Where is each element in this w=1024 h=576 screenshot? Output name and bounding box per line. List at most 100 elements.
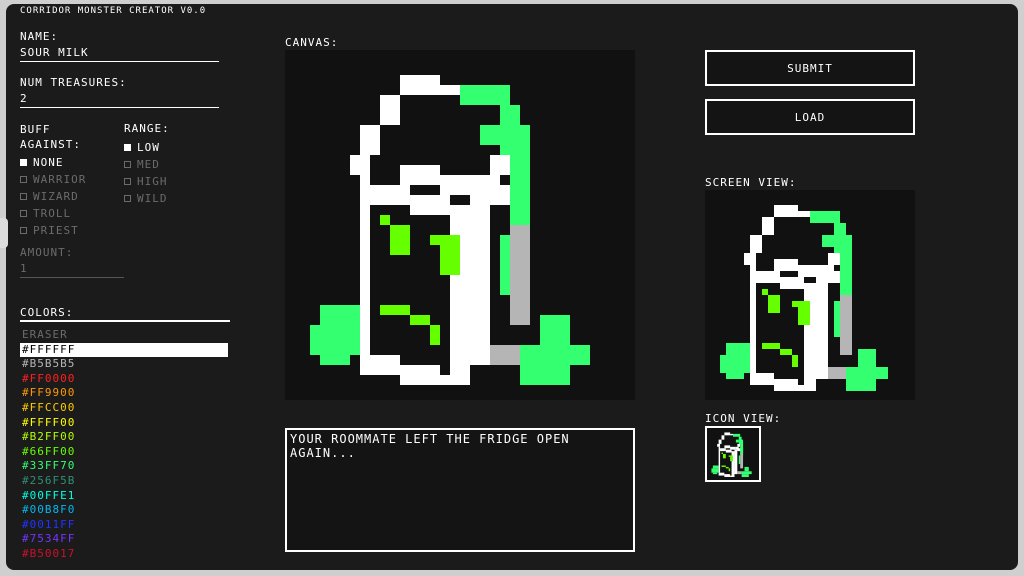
color-swatch-item[interactable]: #66FF00 bbox=[20, 445, 228, 460]
checkbox-icon[interactable] bbox=[124, 161, 131, 168]
sprite-pixel bbox=[822, 235, 834, 247]
sprite-pixel bbox=[500, 235, 510, 295]
sprite-pixel bbox=[380, 305, 410, 315]
sprite-pixel bbox=[400, 165, 440, 185]
color-swatch-item[interactable]: #FF0000 bbox=[20, 372, 228, 387]
range-option-label: WILD bbox=[137, 192, 168, 205]
treasures-input[interactable]: 2 bbox=[20, 92, 219, 108]
color-swatch-item[interactable]: #00FFE1 bbox=[20, 489, 228, 504]
sprite-pixel bbox=[490, 345, 520, 365]
sprite-pixel bbox=[733, 433, 741, 437]
name-label: NAME: bbox=[20, 30, 59, 43]
sprite-pixel bbox=[380, 95, 400, 125]
sprite-pixel bbox=[410, 315, 430, 325]
description-textarea[interactable]: YOUR ROOMMATE LEFT THE FRIDGE OPEN AGAIN… bbox=[285, 428, 635, 552]
sprite-pixel bbox=[380, 215, 390, 225]
range-option-label: HIGH bbox=[137, 175, 168, 188]
canvas-label: CANVAS: bbox=[285, 36, 339, 49]
sprite-pixel bbox=[520, 365, 570, 385]
range-option-med[interactable]: MED bbox=[124, 156, 168, 173]
color-swatch-item[interactable]: #7534FF bbox=[20, 532, 228, 547]
name-input[interactable]: SOUR MILK bbox=[20, 46, 219, 62]
sprite-pixel bbox=[792, 355, 798, 367]
sprite-pixel bbox=[410, 195, 450, 215]
checkbox-icon[interactable] bbox=[124, 144, 131, 151]
sprite-pixel bbox=[756, 271, 780, 283]
sprite-pixel bbox=[792, 301, 810, 307]
drawing-canvas[interactable] bbox=[285, 50, 635, 400]
color-list: ERASER #FFFFFF #B5B5B5 #FF0000 #FF9900 #FFCC0… bbox=[20, 328, 228, 562]
sprite-pixel bbox=[440, 245, 460, 275]
buff-option-label: PRIEST bbox=[33, 224, 79, 237]
sprite-pixel bbox=[480, 125, 500, 145]
buff-option-label: TROLL bbox=[33, 207, 72, 220]
sprite-pixel bbox=[350, 155, 370, 175]
sprite-pixel bbox=[320, 355, 350, 365]
color-swatch-item[interactable]: #FF9900 bbox=[20, 386, 228, 401]
sprite-pixel bbox=[510, 125, 530, 225]
buff-option-troll[interactable]: TROLL bbox=[20, 205, 86, 222]
sprite-pixel bbox=[804, 283, 816, 391]
checkbox-icon[interactable] bbox=[20, 193, 27, 200]
color-swatch-item[interactable]: #256F5B bbox=[20, 474, 228, 489]
sprite-pixel bbox=[724, 445, 731, 449]
range-option-high[interactable]: HIGH bbox=[124, 173, 168, 190]
color-swatch-item[interactable]: #B50017 bbox=[20, 547, 228, 562]
submit-button[interactable]: SUBMIT bbox=[705, 50, 915, 86]
sprite-pixel bbox=[774, 259, 798, 271]
checkbox-icon[interactable] bbox=[20, 159, 27, 166]
buff-option-wizard[interactable]: WIZARD bbox=[20, 188, 86, 205]
sprite-pixel bbox=[721, 452, 723, 454]
checkbox-icon[interactable] bbox=[20, 210, 27, 217]
sprite-pixel bbox=[390, 225, 410, 255]
sprite-pixel bbox=[400, 365, 440, 385]
checkbox-icon[interactable] bbox=[124, 195, 131, 202]
range-option-low[interactable]: LOW bbox=[124, 139, 168, 156]
buff-option-warrior[interactable]: WARRIOR bbox=[20, 171, 86, 188]
sprite-pixel bbox=[780, 277, 804, 289]
sprite-pixel bbox=[726, 373, 744, 379]
buff-label: BUFF AGAINST: bbox=[20, 123, 81, 151]
color-swatch-item[interactable]: #33FF70 bbox=[20, 459, 228, 474]
color-swatch-item[interactable]: #FFFFFF bbox=[20, 342, 228, 358]
buff-option-none[interactable]: NONE bbox=[20, 154, 86, 171]
sprite-pixel bbox=[730, 446, 736, 450]
color-swatch-item[interactable]: #B2FF00 bbox=[20, 430, 228, 445]
sprite-pixel bbox=[738, 455, 741, 465]
sprite-pixel bbox=[460, 85, 510, 105]
checkbox-icon[interactable] bbox=[20, 176, 27, 183]
sprite-pixel bbox=[744, 253, 756, 265]
sprite-pixel bbox=[810, 211, 840, 223]
icon-view-preview bbox=[705, 426, 761, 482]
sprite-pixel bbox=[721, 465, 726, 467]
screen-view-preview bbox=[705, 190, 915, 400]
side-drag-handle[interactable] bbox=[0, 218, 8, 248]
amount-input[interactable]: 1 bbox=[20, 262, 124, 278]
sprite-pixel bbox=[430, 325, 440, 345]
sprite-pixel bbox=[430, 235, 460, 245]
color-swatch-item[interactable]: #0011FF bbox=[20, 518, 228, 533]
buff-option-priest[interactable]: PRIEST bbox=[20, 222, 86, 239]
checkbox-icon[interactable] bbox=[20, 227, 27, 234]
sprite-pixel bbox=[400, 75, 440, 95]
checkbox-icon[interactable] bbox=[124, 178, 131, 185]
sprite-pixel bbox=[798, 211, 810, 217]
sprite-pixel bbox=[718, 446, 721, 473]
color-swatch-item[interactable]: #00B8F0 bbox=[20, 503, 228, 518]
range-option-wild[interactable]: WILD bbox=[124, 190, 168, 207]
color-swatch-item[interactable]: ERASER bbox=[20, 328, 228, 343]
sprite-pixel bbox=[370, 185, 410, 205]
sprite-pixel bbox=[717, 443, 721, 447]
sprite-pixel bbox=[490, 155, 510, 175]
sprite-pixel bbox=[712, 465, 719, 469]
color-swatch-item[interactable]: #FFFF00 bbox=[20, 416, 228, 431]
color-swatch-item[interactable]: #B5B5B5 bbox=[20, 357, 228, 372]
color-swatch-item[interactable]: #FFCC00 bbox=[20, 401, 228, 416]
load-button[interactable]: LOAD bbox=[705, 99, 915, 135]
buff-option-label: WIZARD bbox=[33, 190, 79, 203]
sprite-pixel bbox=[440, 375, 470, 385]
sprite-pixel bbox=[798, 385, 816, 391]
sprite-pixel bbox=[725, 466, 729, 469]
sprite-pixel bbox=[720, 355, 750, 373]
sprite-pixel bbox=[730, 475, 735, 477]
